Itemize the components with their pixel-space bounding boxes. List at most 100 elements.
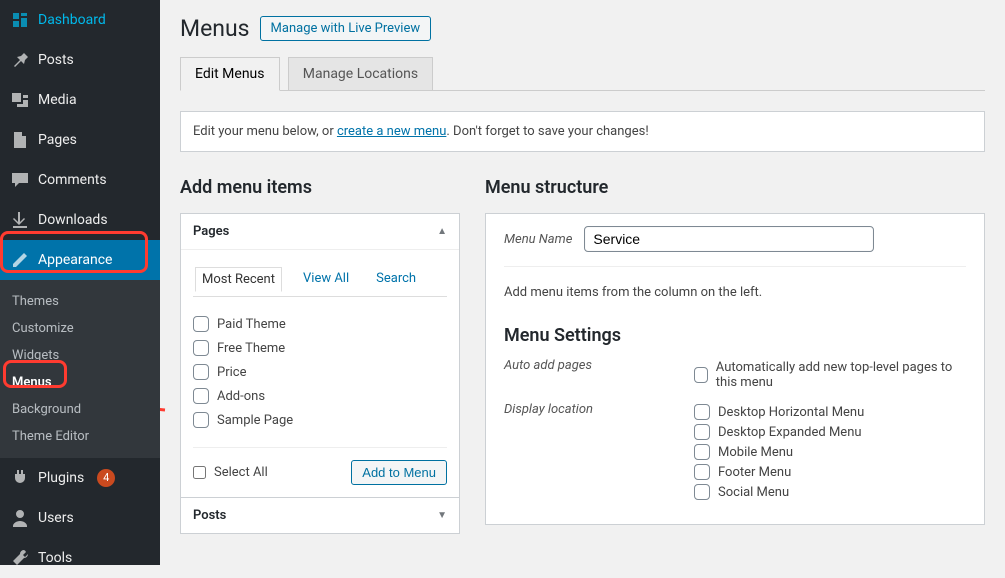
list-item: Free Theme	[193, 336, 447, 360]
sidebar-item-label: Pages	[38, 132, 77, 148]
option-label: Desktop Horizontal Menu	[718, 405, 864, 420]
sidebar-item-tools[interactable]: Tools	[0, 538, 160, 578]
page-label: Add-ons	[217, 389, 265, 404]
notice-pre: Edit your menu below, or	[193, 124, 337, 139]
sidebar-item-label: Posts	[38, 52, 74, 68]
setting-option[interactable]: Mobile Menu	[694, 442, 966, 462]
option-label: Automatically add new top-level pages to…	[716, 360, 966, 390]
sidebar-item-downloads[interactable]: Downloads	[0, 200, 160, 240]
option-label: Desktop Expanded Menu	[718, 425, 862, 440]
submenu-item-menus[interactable]: Menus	[0, 369, 160, 396]
page-label: Price	[217, 365, 246, 380]
main-content: Menus Manage with Live Preview Edit Menu…	[160, 0, 1005, 565]
submenu-item-widgets[interactable]: Widgets	[0, 342, 160, 369]
sidebar-item-label: Media	[38, 92, 77, 108]
users-icon	[10, 508, 30, 528]
location-checkbox[interactable]	[694, 484, 710, 500]
plugin-update-badge: 4	[97, 469, 115, 487]
pages-tab-most-recent[interactable]: Most Recent	[195, 267, 282, 292]
menu-settings-heading: Menu Settings	[504, 325, 966, 346]
display-location-label: Display location	[504, 402, 694, 502]
menu-structure-box: Menu Name Add menu items from the column…	[485, 213, 985, 525]
setting-option[interactable]: Automatically add new top-level pages to…	[694, 358, 966, 392]
setting-option[interactable]: Desktop Expanded Menu	[694, 422, 966, 442]
pin-icon	[10, 50, 30, 70]
create-new-menu-link[interactable]: create a new menu	[337, 124, 446, 139]
location-checkbox[interactable]	[694, 444, 710, 460]
tab-manage-locations[interactable]: Manage Locations	[288, 57, 433, 91]
nav-tabs: Edit Menus Manage Locations	[180, 57, 985, 91]
accordion-posts-head[interactable]: Posts ▼	[181, 498, 459, 533]
auto-add-pages-label: Auto add pages	[504, 358, 694, 392]
page-checkbox[interactable]	[193, 316, 209, 332]
setting-option[interactable]: Footer Menu	[694, 462, 966, 482]
page-checkbox[interactable]	[193, 388, 209, 404]
sidebar-item-label: Users	[38, 510, 74, 526]
pages-icon	[10, 130, 30, 150]
location-checkbox[interactable]	[694, 424, 710, 440]
menu-structure-heading: Menu structure	[485, 177, 985, 198]
sidebar-item-posts[interactable]: Posts	[0, 40, 160, 80]
pages-tabs: Most Recent View All Search	[193, 262, 447, 297]
annotation-arrow	[160, 370, 170, 420]
auto-add-checkbox[interactable]	[694, 367, 708, 383]
setting-option[interactable]: Social Menu	[694, 482, 966, 502]
appearance-icon	[10, 250, 30, 270]
sidebar-item-label: Downloads	[38, 212, 108, 228]
select-all-checkbox[interactable]	[193, 466, 206, 479]
add-to-menu-button[interactable]: Add to Menu	[351, 460, 447, 485]
page-checkbox[interactable]	[193, 340, 209, 356]
manage-live-preview-button[interactable]: Manage with Live Preview	[260, 16, 432, 41]
submenu-item-theme-editor[interactable]: Theme Editor	[0, 423, 160, 450]
menu-structure-hint: Add menu items from the column on the le…	[504, 285, 966, 300]
sidebar-item-pages[interactable]: Pages	[0, 120, 160, 160]
sidebar-item-comments[interactable]: Comments	[0, 160, 160, 200]
accordion-pages: Pages ▲ Most Recent View All Search Paid…	[180, 213, 460, 498]
page-label: Sample Page	[217, 413, 293, 428]
select-all-label: Select All	[214, 465, 268, 480]
sidebar-item-media[interactable]: Media	[0, 80, 160, 120]
appearance-submenu: Themes Customize Widgets Menus Backgroun…	[0, 280, 160, 458]
sidebar-item-label: Dashboard	[38, 12, 106, 28]
sidebar-item-appearance[interactable]: Appearance	[0, 240, 160, 280]
sidebar-item-users[interactable]: Users	[0, 498, 160, 538]
page-title: Menus	[180, 15, 250, 42]
submenu-item-customize[interactable]: Customize	[0, 315, 160, 342]
sidebar-item-dashboard[interactable]: Dashboard	[0, 0, 160, 40]
option-label: Footer Menu	[718, 465, 791, 480]
media-icon	[10, 90, 30, 110]
menu-name-input[interactable]	[584, 226, 874, 252]
notice-post: . Don't forget to save your changes!	[446, 124, 648, 139]
pages-tab-search[interactable]: Search	[370, 267, 422, 291]
admin-sidebar: Dashboard Posts Media Pages Comments Dow…	[0, 0, 160, 565]
tab-edit-menus[interactable]: Edit Menus	[180, 57, 280, 91]
sidebar-item-plugins[interactable]: Plugins 4	[0, 458, 160, 498]
pages-tab-view-all[interactable]: View All	[297, 267, 355, 291]
plugins-icon	[10, 468, 30, 488]
menu-name-label: Menu Name	[504, 232, 572, 247]
list-item: Price	[193, 360, 447, 384]
sidebar-item-label: Appearance	[38, 252, 112, 268]
comments-icon	[10, 170, 30, 190]
page-checkbox[interactable]	[193, 364, 209, 380]
accordion-pages-head[interactable]: Pages ▲	[181, 214, 459, 250]
select-all-row[interactable]: Select All	[193, 465, 268, 480]
add-menu-items-heading: Add menu items	[180, 177, 460, 198]
location-checkbox[interactable]	[694, 464, 710, 480]
setting-option[interactable]: Desktop Horizontal Menu	[694, 402, 966, 422]
accordion-posts: Posts ▼	[180, 497, 460, 534]
notice: Edit your menu below, or create a new me…	[180, 111, 985, 152]
location-checkbox[interactable]	[694, 404, 710, 420]
accordion-title: Posts	[193, 508, 226, 523]
list-item: Sample Page	[193, 408, 447, 432]
submenu-item-themes[interactable]: Themes	[0, 288, 160, 315]
dashboard-icon	[10, 10, 30, 30]
sidebar-item-label: Tools	[38, 550, 72, 566]
tools-icon	[10, 548, 30, 568]
downloads-icon	[10, 210, 30, 230]
submenu-item-background[interactable]: Background	[0, 396, 160, 423]
chevron-down-icon: ▼	[437, 510, 447, 521]
list-item: Add-ons	[193, 384, 447, 408]
accordion-title: Pages	[193, 224, 229, 239]
page-checkbox[interactable]	[193, 412, 209, 428]
